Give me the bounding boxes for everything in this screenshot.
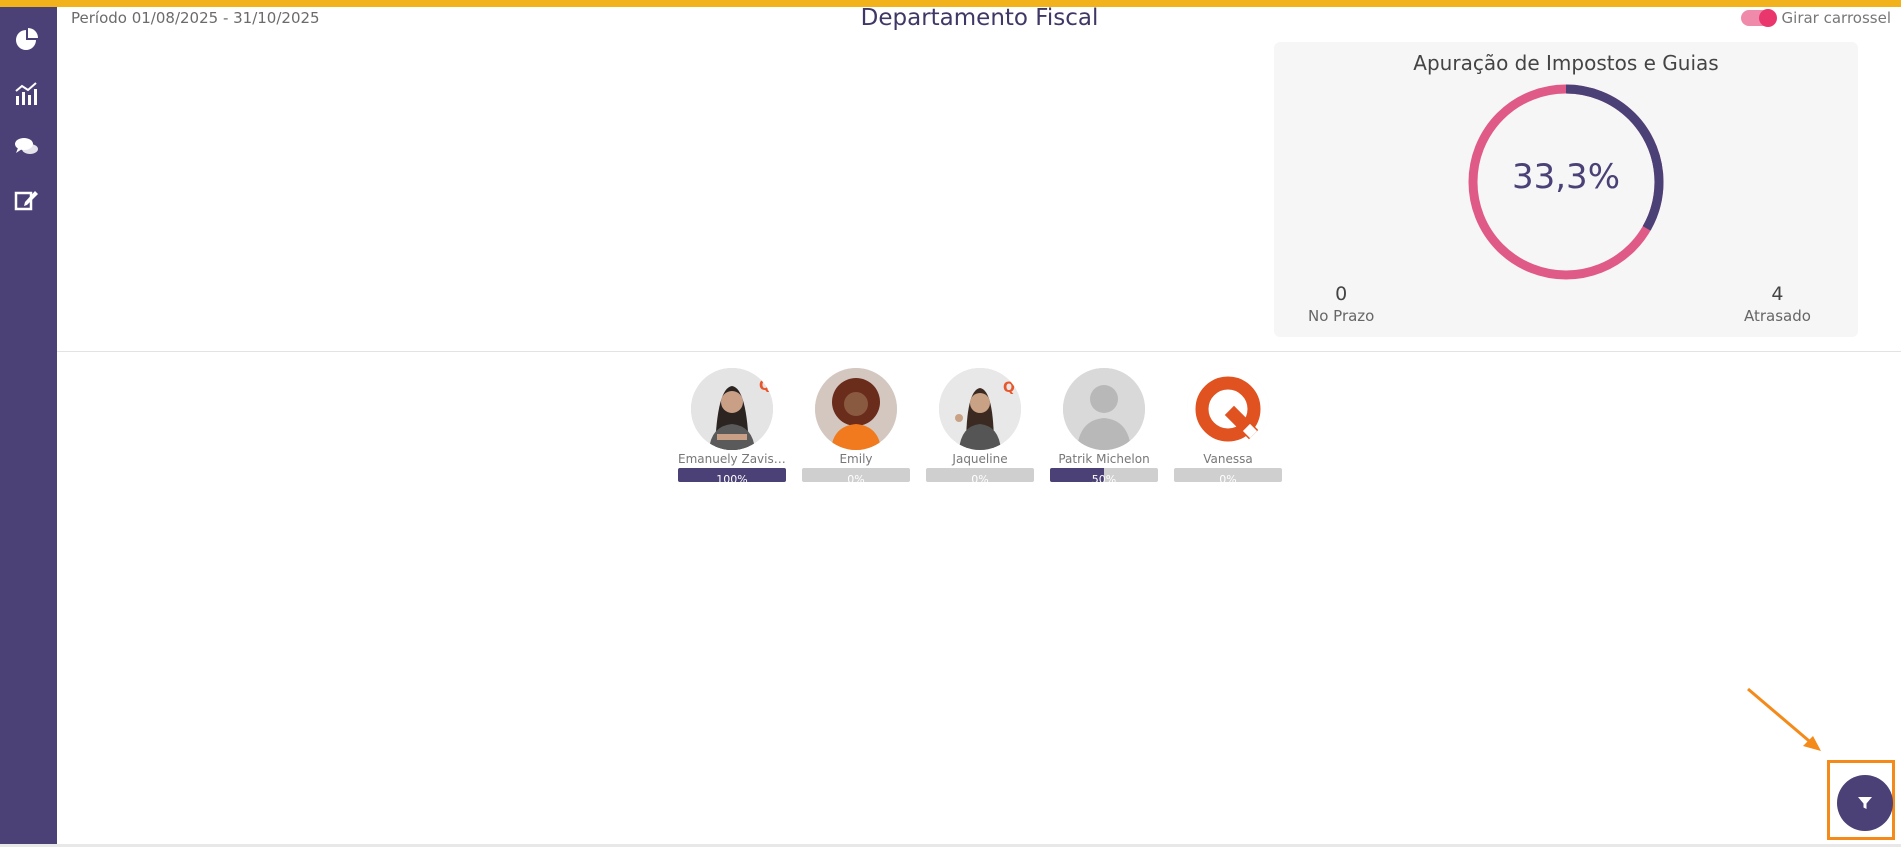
progress-label: 50% — [1091, 473, 1117, 482]
team-member[interactable]: Vanessa 0% — [1174, 368, 1282, 482]
sidebar — [0, 7, 57, 844]
member-name: Jaqueline — [952, 452, 1008, 466]
progress-bar: 100% — [678, 468, 786, 482]
progress-bar: 50% — [1050, 468, 1158, 482]
late-value: 4 — [1771, 283, 1784, 305]
on-time-label: No Prazo — [1308, 307, 1375, 325]
carousel-toggle-group: Girar carrossel — [1740, 9, 1891, 27]
avatar[interactable] — [1063, 368, 1145, 450]
on-time-stat: 0 No Prazo — [1308, 283, 1374, 325]
page-title: Departamento Fiscal — [860, 5, 1099, 31]
team-member[interactable]: Q Emanuely Zavist... 100% — [678, 368, 786, 482]
chart-bar-line-icon[interactable] — [13, 81, 39, 107]
donut-percent: 33,3% — [1511, 157, 1620, 197]
avatar[interactable] — [1187, 368, 1269, 450]
progress-bar: 0% — [1174, 468, 1282, 482]
progress-bar: 0% — [802, 468, 910, 482]
on-time-value: 0 — [1335, 283, 1348, 305]
filter-icon — [1858, 797, 1872, 809]
progress-label: 0% — [847, 473, 865, 482]
progress-label: 100% — [716, 473, 748, 482]
member-name: Vanessa — [1203, 452, 1253, 466]
progress-bar: 0% — [926, 468, 1034, 482]
avatar[interactable]: Q — [691, 368, 773, 450]
progress-label: 0% — [1219, 473, 1237, 482]
taxes-summary-card: Apuração de Impostos e Guias 33,3% 0 No … — [1274, 42, 1858, 337]
late-stat: 4 Atrasado — [1744, 283, 1811, 325]
chat-bubbles-icon[interactable] — [13, 134, 39, 160]
team-member[interactable]: Q Jaqueline 0% — [926, 368, 1034, 482]
annotation-arrow — [1747, 687, 1821, 751]
progress-label: 0% — [971, 473, 989, 482]
team-member[interactable]: Patrik Michelon 50% — [1050, 368, 1158, 482]
avatar[interactable]: Q — [939, 368, 1021, 450]
avatar[interactable] — [815, 368, 897, 450]
svg-text:Q: Q — [1003, 380, 1015, 396]
card-title: Apuração de Impostos e Guias — [1413, 51, 1719, 75]
svg-text:Q: Q — [759, 378, 771, 394]
filter-button[interactable] — [1837, 775, 1893, 831]
member-name: Emily — [839, 452, 873, 466]
carousel-toggle-label: Girar carrossel — [1781, 9, 1891, 27]
member-name: Patrik Michelon — [1058, 452, 1150, 466]
late-label: Atrasado — [1744, 307, 1811, 325]
team-member[interactable]: Emily 0% — [802, 368, 910, 482]
carousel-toggle[interactable] — [1740, 9, 1777, 27]
edit-icon[interactable] — [13, 187, 39, 213]
member-name: Emanuely Zavist... — [678, 452, 786, 466]
section-divider — [57, 351, 1901, 352]
